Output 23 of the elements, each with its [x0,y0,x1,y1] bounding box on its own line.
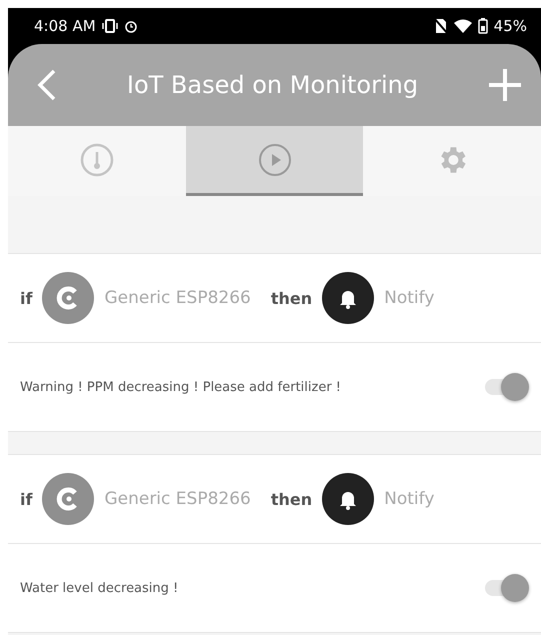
notification-message: Warning ! PPM decreasing ! Please add fertilizer ! [20,380,342,394]
back-button[interactable] [36,68,58,102]
device-name: Generic ESP8266 [104,489,251,509]
no-sim-icon [434,18,448,34]
vibrate-icon [102,19,118,33]
tab[interactable] [186,126,364,196]
play-icon [258,142,292,176]
if-label: if [20,490,32,508]
then-label: then [270,490,312,508]
device-name: Generic ESP8266 [104,288,251,308]
status-time: 4:08 AM [34,17,96,35]
add-button[interactable] [487,67,523,103]
battery-percent: 45% [494,17,527,35]
if-label: if [20,288,32,308]
action-name: Notify [384,288,434,308]
then-label: then [270,288,312,308]
alarm-icon [124,19,138,33]
notification-message: Water level decreasing ! [20,580,180,596]
wifi-icon [454,19,472,33]
gauge-icon [80,142,114,176]
action-name: Notify [384,489,434,509]
screen-title: IoT Based on Monitoring [126,71,420,99]
battery-icon [478,18,488,34]
